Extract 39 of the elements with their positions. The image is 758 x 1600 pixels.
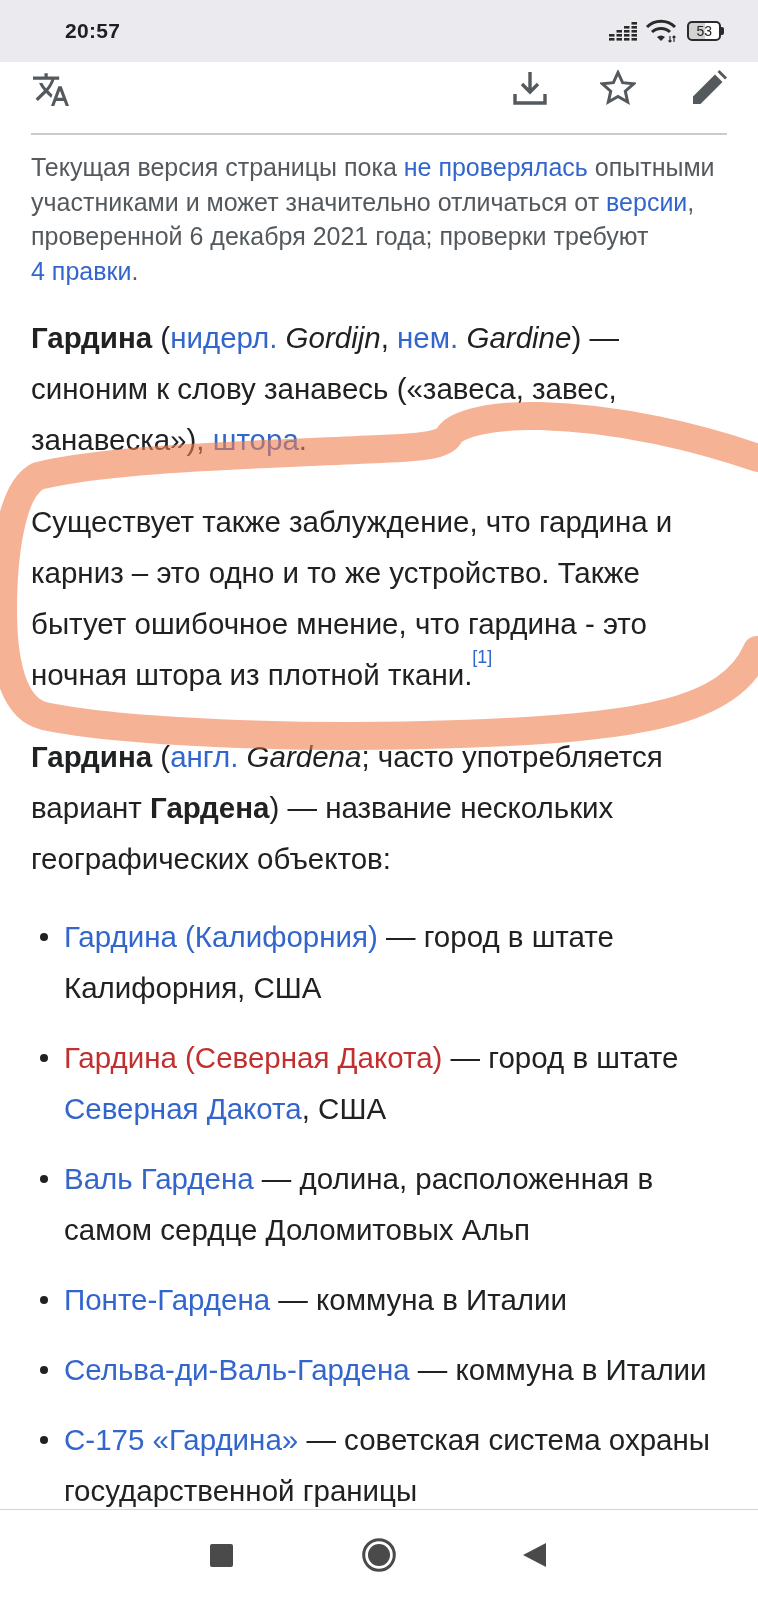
back-icon[interactable] [523,1543,546,1567]
bullet-icon [40,1296,48,1304]
circle-icon[interactable] [362,1538,396,1572]
clock-time: 20:57 [65,18,121,45]
missing-page-link[interactable]: Гардина (Северная Дакота) [64,1041,443,1074]
bullet-icon [40,1366,48,1374]
wiki-link[interactable]: англ. [170,740,239,773]
signal-icon [609,20,638,42]
bullet-icon [40,933,48,941]
pencil-icon[interactable] [691,70,727,106]
wiki-link[interactable]: нидерл. [170,321,278,354]
wiki-link[interactable]: не проверялась [403,153,588,181]
translate-icon[interactable] [31,70,71,106]
list-item-text: Валь Гардена — долина, расположенная в самом сердце Доломитовых Альп [64,1161,655,1248]
wiki-link[interactable]: нем. [397,321,459,354]
wiki-link[interactable]: Сельва-ди-Валь-Гардена [64,1353,410,1386]
wiki-link[interactable]: Валь Гардена [64,1162,254,1195]
wiki-link[interactable]: С-175 «Гардина» [64,1423,299,1456]
star-icon[interactable] [600,70,636,106]
bullet-icon [40,1436,48,1444]
reference-link[interactable]: [1] [472,647,493,667]
article-paragraph: Гардина (англ. Gardena; часто употребляется вариант Гардена) — название нескольких географических объектов: [31,739,664,877]
list-item-text: Понте-Гардена — коммуна в Италии [64,1282,567,1318]
review-notice: Текущая версия страницы пока не проверялась опытными участниками и может значительно отличаться от версии, проверенной 6 декабря 2021 года; проверки требуют 4 правки. [31,152,716,287]
wiki-link[interactable]: версии [606,187,688,216]
square-icon[interactable] [210,1543,233,1567]
wiki-link[interactable]: Северная Дакота [64,1092,302,1125]
bullet-icon [40,1175,48,1183]
list-item-text: Сельва-ди-Валь-Гардена — коммуна в Италии [64,1352,707,1388]
wiki-link[interactable]: Гардина (Калифорния) [64,920,378,953]
download-icon[interactable] [512,70,548,106]
list-item-text: С-175 «Гардина» — советская система охраны государственной границы [64,1422,711,1509]
article-paragraph: Существует также заблуждение, что гардина и карниз – это одно и то же устройство. Также бытует ошибочное мнение, что гардина - это ночная штора из плотной ткани.$^{[1]}$ [31,504,674,693]
battery-indicator: 53 [687,21,724,41]
wiki-link[interactable]: 4 правки [31,256,132,285]
list-item-text: Гардина (Северная Дакота) — город в штате Северная Дакота, США [64,1040,680,1127]
list-item-text: Гардина (Калифорния) — город в штате Калифорния, США [64,919,615,1006]
bullet-icon [40,1054,48,1062]
wiki-link[interactable]: Понте-Гардена [64,1283,271,1316]
